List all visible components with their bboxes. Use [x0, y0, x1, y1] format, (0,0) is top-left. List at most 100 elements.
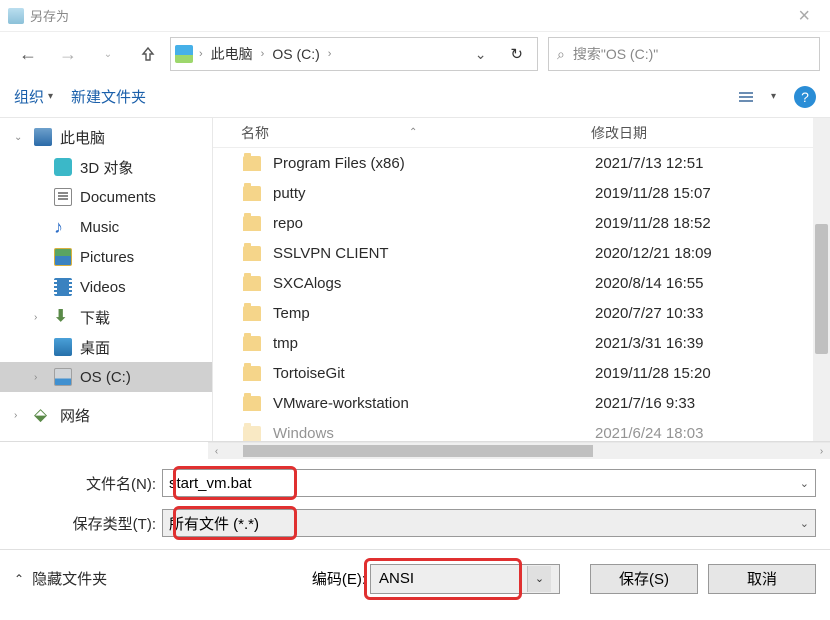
- file-date: 2021/6/24 18:03: [595, 425, 703, 442]
- sidebar-item-network[interactable]: › ⬙ 网络: [0, 400, 212, 430]
- refresh-icon[interactable]: ↻: [500, 45, 533, 63]
- encoding-select[interactable]: ANSI ⌄: [370, 564, 560, 594]
- file-row[interactable]: VMware-workstation2021/7/16 9:33: [213, 388, 813, 418]
- file-row[interactable]: SXCAlogs2020/8/14 16:55: [213, 268, 813, 298]
- chevron-down-icon[interactable]: ⌄: [465, 46, 497, 63]
- scroll-right-icon[interactable]: ›: [813, 443, 830, 459]
- filetype-label: 保存类型(T):: [14, 513, 162, 534]
- sidebar-item-music[interactable]: ♪ Music: [0, 212, 212, 242]
- organize-button[interactable]: 组织▾: [14, 86, 53, 107]
- file-name: putty: [273, 185, 595, 202]
- col-name[interactable]: 名称: [241, 123, 269, 143]
- videos-icon: [54, 278, 72, 296]
- sidebar-item-downloads[interactable]: › ⬇ 下载: [0, 302, 212, 332]
- encoding-label: 编码(E):: [312, 568, 366, 589]
- address-bar[interactable]: › 此电脑 › OS (C:) › ⌄ ↻: [170, 37, 538, 71]
- drive-icon: [54, 368, 72, 386]
- filetype-select[interactable]: 所有文件 (*.*) ⌄: [162, 509, 816, 537]
- cancel-button[interactable]: 取消: [708, 564, 816, 594]
- hide-folders-toggle[interactable]: ⌃ 隐藏文件夹: [14, 568, 107, 589]
- sidebar-item-videos[interactable]: Videos: [0, 272, 212, 302]
- file-list: Program Files (x86)2021/7/13 12:51putty2…: [213, 148, 813, 441]
- file-date: 2020/7/27 10:33: [595, 305, 703, 322]
- drive-icon: [175, 45, 193, 63]
- chevron-down-icon[interactable]: ⌄: [800, 517, 809, 530]
- folder-icon: [243, 306, 261, 321]
- footer: ⌃ 隐藏文件夹 编码(E): ANSI ⌄ 保存(S) 取消: [0, 549, 830, 607]
- pictures-icon: [54, 248, 72, 266]
- back-button[interactable]: ←: [10, 36, 46, 72]
- breadcrumb-separator[interactable]: ›: [197, 48, 205, 60]
- file-row[interactable]: TortoiseGit2019/11/28 15:20: [213, 358, 813, 388]
- sidebar: ⌄ 此电脑 3D 对象 Documents ♪ Music Pictures V…: [0, 118, 212, 441]
- sidebar-item-desktop[interactable]: 桌面: [0, 332, 212, 362]
- network-icon: ⬙: [34, 406, 52, 424]
- filename-input[interactable]: start_vm.bat ⌄: [162, 469, 816, 497]
- folder-icon: [243, 276, 261, 291]
- explorer-body: ⌄ 此电脑 3D 对象 Documents ♪ Music Pictures V…: [0, 118, 830, 442]
- file-row[interactable]: Program Files (x86)2021/7/13 12:51: [213, 148, 813, 178]
- recent-dropdown[interactable]: ⌄: [90, 36, 126, 72]
- new-folder-button[interactable]: 新建文件夹: [71, 86, 146, 107]
- sidebar-item-pictures[interactable]: Pictures: [0, 242, 212, 272]
- sidebar-item-3d[interactable]: 3D 对象: [0, 152, 212, 182]
- breadcrumb-separator[interactable]: ›: [326, 48, 334, 60]
- file-row[interactable]: Temp2020/7/27 10:33: [213, 298, 813, 328]
- col-date[interactable]: 修改日期: [591, 123, 647, 143]
- horizontal-scrollbar[interactable]: ‹ ›: [208, 442, 830, 459]
- file-row[interactable]: Windows2021/6/24 18:03: [213, 418, 813, 441]
- file-name: repo: [273, 215, 595, 232]
- app-icon: [8, 8, 24, 24]
- desktop-icon: [54, 338, 72, 356]
- folder-icon: [243, 216, 261, 231]
- chevron-down-icon[interactable]: ⌄: [527, 566, 551, 592]
- file-name: SSLVPN CLIENT: [273, 245, 595, 262]
- column-headers: 名称 ⌃ 修改日期: [213, 118, 813, 148]
- sidebar-item-documents[interactable]: Documents: [0, 182, 212, 212]
- save-form: 文件名(N): start_vm.bat ⌄ 保存类型(T): 所有文件 (*.…: [0, 459, 830, 537]
- breadcrumb-separator[interactable]: ›: [259, 48, 267, 60]
- chevron-down-icon[interactable]: ⌄: [800, 477, 809, 490]
- vertical-scrollbar[interactable]: [813, 118, 830, 441]
- help-icon[interactable]: ?: [794, 86, 816, 108]
- nav-row: ← → ⌄ › 此电脑 › OS (C:) › ⌄ ↻ ⌕ 搜索"OS (C:)…: [0, 32, 830, 76]
- forward-button[interactable]: →: [50, 36, 86, 72]
- view-dropdown[interactable]: ▾: [771, 91, 776, 102]
- search-placeholder: 搜索"OS (C:)": [573, 44, 658, 64]
- file-row[interactable]: putty2019/11/28 15:07: [213, 178, 813, 208]
- music-icon: ♪: [54, 218, 72, 236]
- file-name: TortoiseGit: [273, 365, 595, 382]
- documents-icon: [54, 188, 72, 206]
- file-pane: 名称 ⌃ 修改日期 Program Files (x86)2021/7/13 1…: [212, 118, 813, 441]
- sidebar-item-pc[interactable]: ⌄ 此电脑: [0, 122, 212, 152]
- download-icon: ⬇: [54, 308, 72, 326]
- folder-icon: [243, 156, 261, 171]
- scrollbar-thumb[interactable]: [815, 224, 828, 354]
- folder-icon: [243, 246, 261, 261]
- toolbar: 组织▾ 新建文件夹 ▾ ?: [0, 76, 830, 118]
- file-name: tmp: [273, 335, 595, 352]
- window-title: 另存为: [30, 6, 69, 25]
- scrollbar-thumb[interactable]: [243, 445, 593, 457]
- search-input[interactable]: ⌕ 搜索"OS (C:)": [548, 37, 820, 71]
- up-button[interactable]: [130, 36, 166, 72]
- view-button[interactable]: [739, 92, 753, 102]
- file-date: 2021/7/16 9:33: [595, 395, 695, 412]
- sort-indicator: ⌃: [409, 127, 417, 138]
- filename-label: 文件名(N):: [14, 473, 162, 494]
- scroll-left-icon[interactable]: ‹: [208, 443, 225, 459]
- file-row[interactable]: repo2019/11/28 18:52: [213, 208, 813, 238]
- save-button[interactable]: 保存(S): [590, 564, 698, 594]
- breadcrumb-drive[interactable]: OS (C:): [270, 44, 321, 64]
- close-icon[interactable]: ×: [786, 6, 822, 26]
- file-row[interactable]: SSLVPN CLIENT2020/12/21 18:09: [213, 238, 813, 268]
- folder-icon: [243, 336, 261, 351]
- search-icon: ⌕: [557, 46, 565, 63]
- breadcrumb-pc[interactable]: 此电脑: [209, 42, 255, 66]
- sidebar-item-osc[interactable]: › OS (C:): [0, 362, 212, 392]
- file-date: 2020/8/14 16:55: [595, 275, 703, 292]
- file-row[interactable]: tmp2021/3/31 16:39: [213, 328, 813, 358]
- file-date: 2019/11/28 18:52: [595, 215, 711, 232]
- file-name: SXCAlogs: [273, 275, 595, 292]
- folder-icon: [243, 186, 261, 201]
